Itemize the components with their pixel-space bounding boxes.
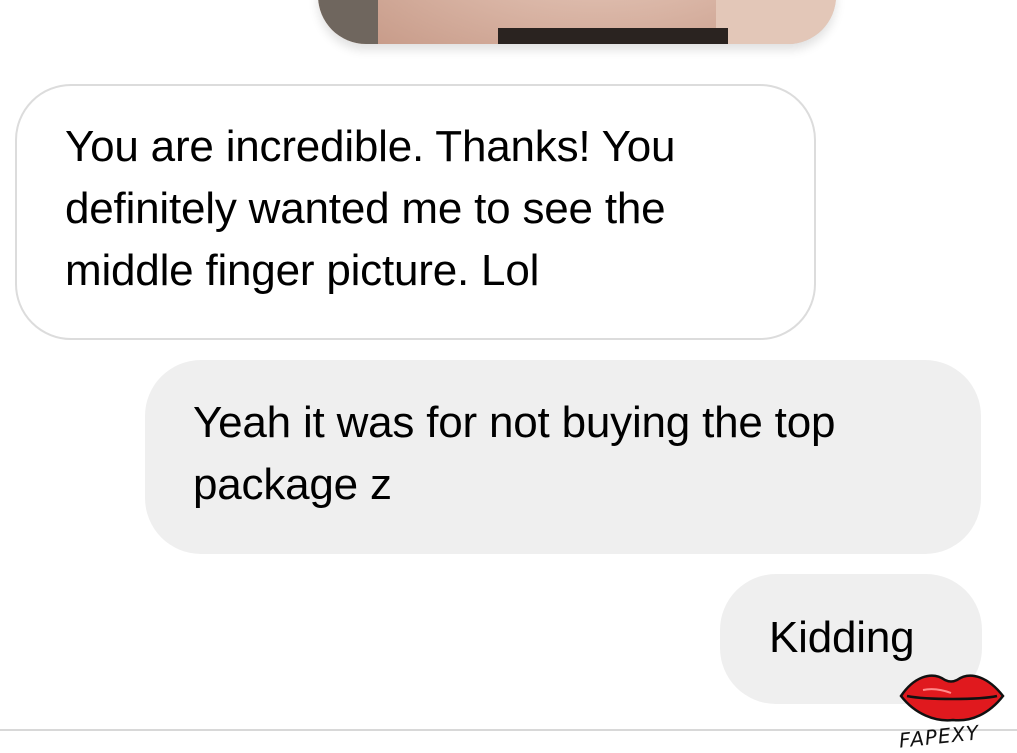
photo-background-region <box>716 0 836 44</box>
chat-screen: You are incredible. Thanks! You definite… <box>0 0 1017 753</box>
message-bubble-sent[interactable]: Yeah it was for not buying the top packa… <box>145 360 981 554</box>
photo-dark-region <box>498 28 728 44</box>
photo-attachment[interactable] <box>318 0 836 44</box>
lips-icon: FAPEXY <box>898 674 1005 750</box>
message-text: You are incredible. Thanks! You definite… <box>65 122 676 295</box>
watermark-text: FAPEXY <box>898 720 981 750</box>
watermark-logo: FAPEXY <box>893 660 1013 750</box>
message-bubble-received[interactable]: You are incredible. Thanks! You definite… <box>15 84 816 340</box>
composer-divider <box>0 729 1017 731</box>
message-text: Yeah it was for not buying the top packa… <box>193 398 836 509</box>
